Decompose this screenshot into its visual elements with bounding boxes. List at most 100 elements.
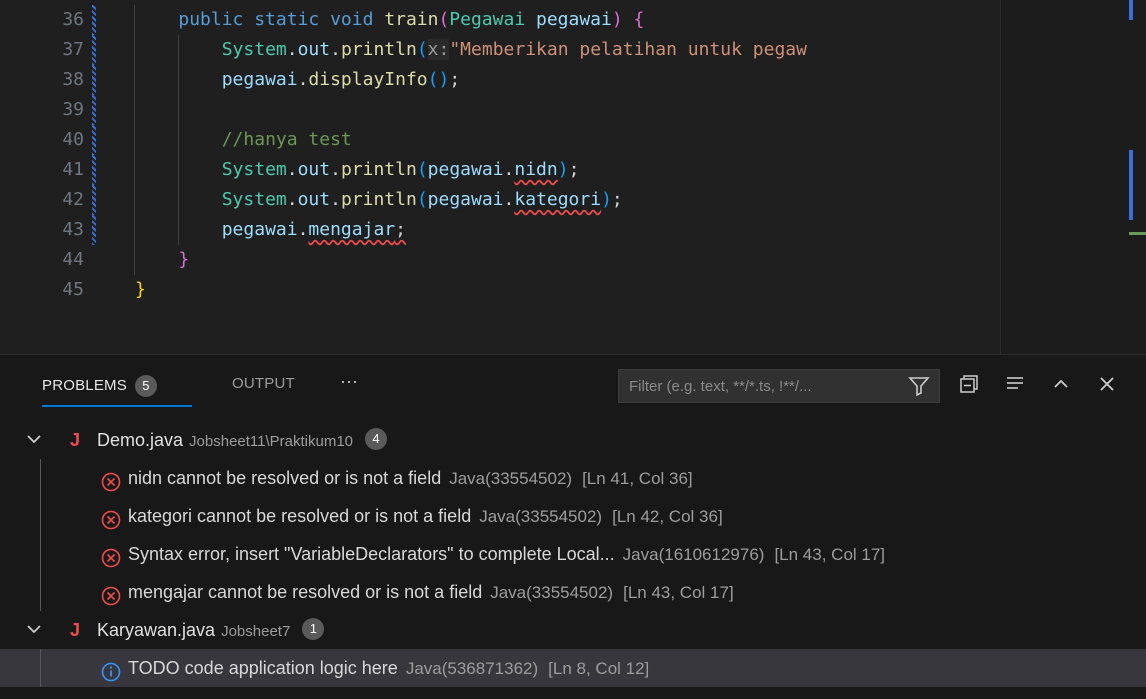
view-as-list-icon[interactable] <box>1004 373 1026 400</box>
file-problem-count: 1 <box>302 618 325 641</box>
code-token: static <box>254 9 331 30</box>
code-token: println <box>340 189 417 210</box>
filter-box[interactable] <box>618 369 940 403</box>
indent-guide <box>134 155 136 185</box>
code-line[interactable]: 40 //hanya test <box>0 125 1000 155</box>
code-token: . <box>286 189 298 210</box>
problems-panel: PROBLEMS 5 OUTPUT ··· J Demo.java Jobsheet1… <box>0 354 1146 699</box>
code-token: pegawai <box>221 219 298 240</box>
minimap-change-marker <box>1129 0 1133 20</box>
problem-position: [Ln 43, Col 17] <box>774 545 886 564</box>
code-token: public <box>178 9 255 30</box>
line-number: 43 <box>62 219 84 240</box>
code-token: Pegawai <box>449 9 536 30</box>
indent-guide <box>134 245 136 275</box>
indent-guide <box>177 125 179 155</box>
filter-funnel-icon[interactable] <box>907 374 931 403</box>
indent-guide <box>177 155 179 185</box>
line-number: 37 <box>62 39 84 60</box>
active-tab-indicator <box>42 405 192 407</box>
problem-item[interactable]: mengajar cannot be resolved or is not a … <box>0 573 1146 611</box>
more-actions-icon[interactable]: ··· <box>340 371 358 392</box>
code-token: ( <box>416 189 428 210</box>
code-token: //hanya test <box>221 129 352 150</box>
code-line[interactable]: 45} <box>0 275 1000 305</box>
collapse-all-icon[interactable] <box>958 373 980 400</box>
code-token: kategori <box>514 189 602 210</box>
indent-guide <box>134 65 136 95</box>
git-modified-marker <box>92 5 96 35</box>
tab-problems[interactable]: PROBLEMS 5 <box>42 375 157 397</box>
problem-item[interactable]: TODO code application logic here Java(536… <box>0 649 1146 687</box>
line-number: 38 <box>62 69 84 90</box>
problem-item[interactable]: Syntax error, insert "VariableDeclarator… <box>0 535 1146 573</box>
line-number: 44 <box>62 249 84 270</box>
problem-item[interactable]: kategori cannot be resolved or is not a … <box>0 497 1146 535</box>
code-text: //hanya test <box>222 125 352 155</box>
code-token: pegawai <box>221 69 298 90</box>
code-token: mengajar <box>308 219 396 240</box>
code-token: } <box>178 249 190 270</box>
indent-guide <box>134 185 136 215</box>
problem-message: nidn cannot be resolved or is not a fiel… <box>128 459 693 498</box>
code-token: System <box>221 189 287 210</box>
code-token: . <box>297 69 309 90</box>
code-line[interactable]: 39 <box>0 95 1000 125</box>
code-token: println <box>340 159 417 180</box>
indent-guide <box>177 35 179 65</box>
file-path: Jobsheet7 <box>221 623 291 640</box>
code-token: System <box>221 39 287 60</box>
indent-guide <box>177 215 179 245</box>
git-modified-marker <box>92 215 96 245</box>
problem-text: Syntax error, insert "VariableDeclarator… <box>128 544 615 564</box>
problem-file-group[interactable]: J Karyawan.java Jobsheet7 1 <box>0 611 1146 649</box>
close-panel-icon[interactable] <box>1096 373 1118 400</box>
code-token: out <box>297 39 331 60</box>
minimap[interactable] <box>1000 0 1146 354</box>
info-circle-icon <box>100 658 122 696</box>
code-line[interactable]: 43 pegawai.mengajar; <box>0 215 1000 245</box>
code-token: ; <box>395 219 406 240</box>
code-token: out <box>297 189 331 210</box>
line-number: 41 <box>62 159 84 180</box>
code-line[interactable]: 37 System.out.println(x:"Memberikan pelat… <box>0 35 1000 65</box>
filter-input[interactable] <box>619 370 909 402</box>
git-modified-marker <box>92 125 96 155</box>
problem-text: kategori cannot be resolved or is not a … <box>128 506 472 526</box>
problem-item[interactable]: nidn cannot be resolved or is not a fiel… <box>0 459 1146 497</box>
indent-guide <box>134 35 136 65</box>
tab-output[interactable]: OUTPUT <box>232 375 295 392</box>
code-token: pegawai <box>427 159 504 180</box>
problem-position: [Ln 43, Col 17] <box>623 583 734 602</box>
problem-message: Syntax error, insert "VariableDeclarator… <box>128 535 885 574</box>
problem-message: TODO code application logic here Java(536… <box>128 649 649 688</box>
problem-file-group[interactable]: J Demo.java Jobsheet11\Praktikum10 4 <box>0 421 1146 459</box>
code-line[interactable]: 36 public static void train(Pegawai pegaw… <box>0 5 1000 35</box>
code-token: . <box>297 219 309 240</box>
indent-guide <box>134 95 136 125</box>
tab-output-label: OUTPUT <box>232 375 295 392</box>
code-line[interactable]: 42 System.out.println(pegawai.kategori); <box>0 185 1000 215</box>
code-token: displayInfo <box>308 69 428 90</box>
code-text: System.out.println(pegawai.nidn); <box>222 155 580 185</box>
code-token: } <box>135 279 146 300</box>
file-problem-count: 4 <box>365 428 388 451</box>
code-token: pegawai <box>536 9 612 30</box>
code-token: . <box>503 189 515 210</box>
line-number: 39 <box>62 99 84 120</box>
code-token: ; <box>449 69 461 90</box>
line-number: 42 <box>62 189 84 210</box>
maximize-panel-icon[interactable] <box>1050 373 1072 400</box>
problem-text: TODO code application logic here <box>128 658 398 678</box>
line-number: 36 <box>62 9 84 30</box>
git-modified-marker <box>92 185 96 215</box>
code-line[interactable]: 41 System.out.println(pegawai.nidn); <box>0 155 1000 185</box>
code-line[interactable]: 38 pegawai.displayInfo(); <box>0 65 1000 95</box>
code-token: ) <box>557 159 569 180</box>
problem-message: mengajar cannot be resolved or is not a … <box>128 573 734 612</box>
code-line[interactable]: 44} <box>0 245 1000 275</box>
git-modified-marker <box>92 155 96 185</box>
git-modified-marker <box>92 95 96 125</box>
code-editor[interactable]: 36 public static void train(Pegawai pegaw… <box>0 0 1146 354</box>
code-token: . <box>503 159 515 180</box>
